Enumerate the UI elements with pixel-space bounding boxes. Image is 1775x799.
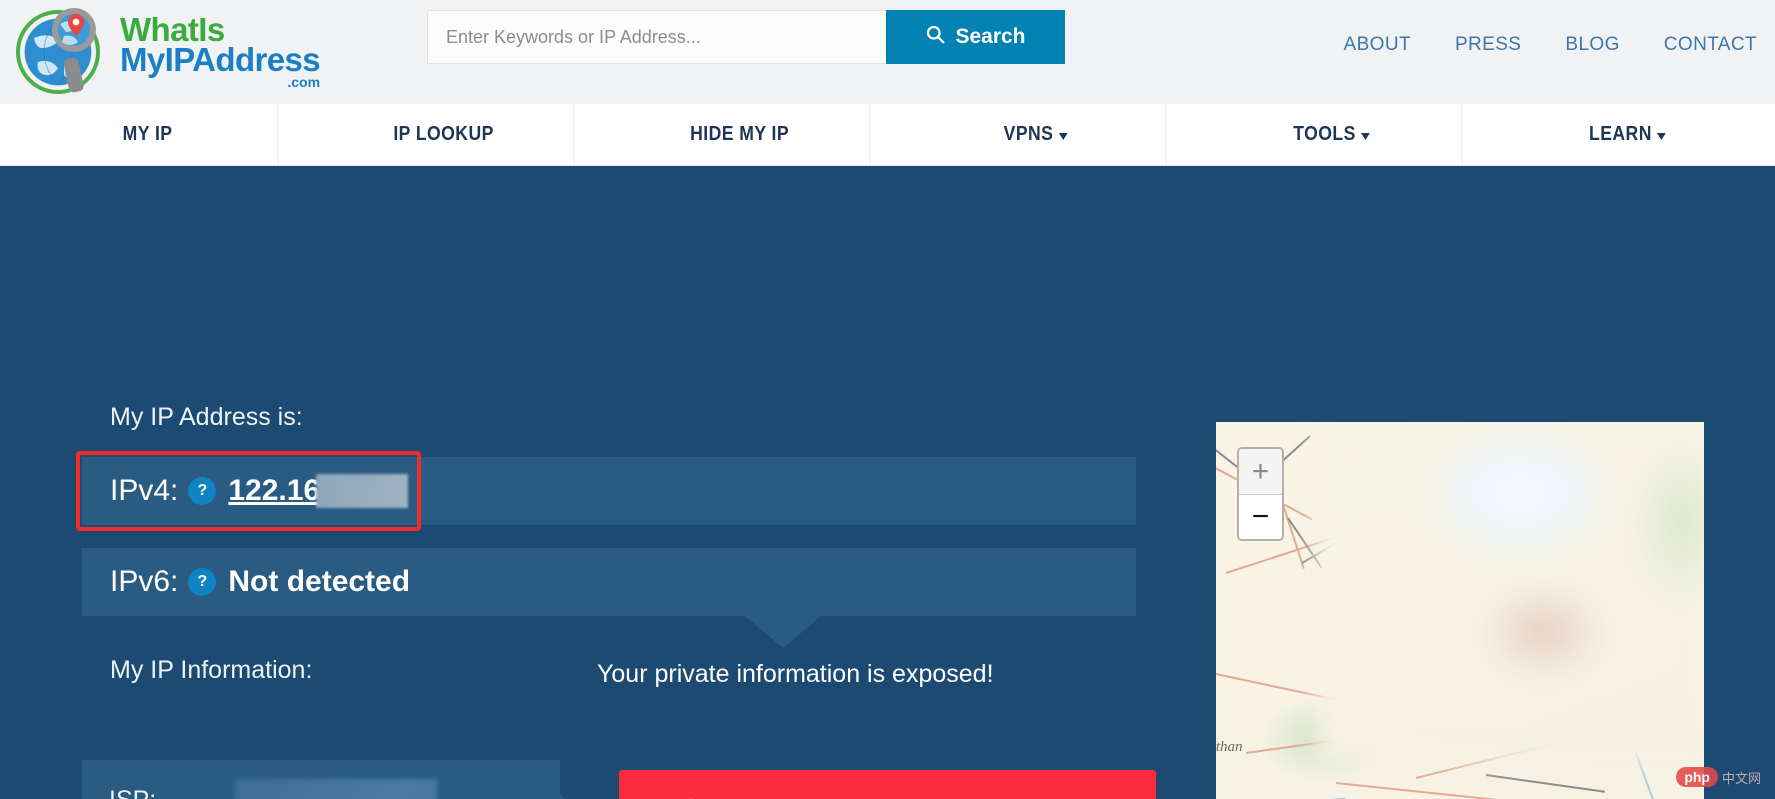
map-zoom-in-button[interactable]: + [1239, 449, 1282, 494]
nav-item-hide-my-ip[interactable]: HIDE MY IP [610, 104, 871, 165]
nav-item-tools[interactable]: TOOLS [1202, 104, 1463, 165]
nav-label-learn: LEARN [1589, 123, 1652, 145]
utility-nav: ABOUT PRESS BLOG CONTACT [1344, 34, 1775, 56]
main-navigation: MY IP IP LOOKUP HIDE MY IP VPNS TOOLS LE… [0, 104, 1775, 166]
chevron-down-icon [1657, 132, 1666, 140]
top-header-bar: WhatIs MyIPAddress .com Search ABOUT PRE… [0, 0, 1775, 104]
hide-my-ip-button[interactable]: HIDE MY IP ADDRESS NOW [619, 770, 1156, 799]
search-bar: Search [427, 10, 1065, 64]
page-title: My IP Address is: [110, 403, 303, 431]
top-link-contact[interactable]: CONTACT [1664, 34, 1757, 56]
nav-item-vpns[interactable]: VPNS [906, 104, 1167, 165]
ipv4-label: IPv4: [110, 474, 179, 507]
map-zoom-controls: + − [1237, 447, 1284, 541]
watermark-text: 中文网 [1721, 770, 1761, 786]
chevron-down-icon [1058, 132, 1068, 140]
location-map[interactable]: sthan + − Leaflet | © OpenStreetMap Term… [1216, 422, 1704, 799]
callout-triangle-icon [745, 616, 821, 648]
top-link-blog[interactable]: BLOG [1565, 34, 1619, 56]
chevron-down-icon [1361, 132, 1370, 140]
search-icon [925, 24, 946, 51]
nav-label-tools: TOOLS [1293, 123, 1356, 145]
logo-line-2: MyIPAddress [120, 41, 321, 79]
site-logo[interactable]: WhatIs MyIPAddress .com [14, 4, 344, 100]
help-icon[interactable]: ? [188, 477, 217, 505]
exposure-warning-text: Your private information is exposed! [597, 660, 994, 688]
nav-label-ip-lookup: IP LOOKUP [393, 123, 494, 145]
ipv4-redaction-blur [316, 474, 409, 508]
ipv6-value: Not detected [228, 565, 411, 598]
logo-dotcom: .com [287, 74, 321, 91]
help-icon[interactable]: ? [188, 568, 217, 596]
panel-arrow-icon [560, 794, 591, 799]
nav-item-ip-lookup[interactable]: IP LOOKUP [314, 104, 575, 165]
ip-information-redaction-blur [235, 779, 437, 799]
info-label-isp: ISP: [109, 786, 203, 799]
search-button[interactable]: Search [886, 10, 1065, 64]
nav-label-vpns: VPNS [1003, 123, 1054, 145]
globe-magnifier-logo-icon [14, 4, 110, 100]
nav-item-learn[interactable]: LEARN [1498, 104, 1758, 165]
logo-wordmark: WhatIs MyIPAddress .com [120, 13, 321, 91]
map-zoom-out-button[interactable]: − [1239, 494, 1282, 539]
map-redaction-blur [1316, 422, 1704, 762]
ip-information-title: My IP Information: [110, 656, 313, 684]
search-button-label: Search [955, 25, 1026, 48]
ipv6-row: IPv6: ? Not detected [82, 548, 1136, 616]
ipv4-row: IPv4: ? 122.16 [82, 457, 1136, 525]
nav-item-my-ip[interactable]: MY IP [18, 104, 279, 165]
ipv4-value[interactable]: 122.16 [228, 474, 320, 508]
watermark-badge: php [1676, 767, 1718, 787]
ip-information-labels: ISP: City: Region: Country: [109, 786, 203, 799]
ipv6-label: IPv6: [110, 565, 179, 598]
nav-label-my-ip: MY IP [122, 123, 173, 145]
search-input[interactable] [427, 10, 886, 64]
top-link-press[interactable]: PRESS [1455, 34, 1521, 56]
top-link-about[interactable]: ABOUT [1344, 34, 1411, 56]
watermark: php 中文网 [1676, 767, 1761, 787]
nav-label-hide-my-ip: HIDE MY IP [690, 123, 790, 145]
hero-section: My IP Address is: IPv4: ? 122.16 IPv6: ?… [0, 166, 1775, 799]
map-place-label: sthan [1216, 739, 1243, 755]
